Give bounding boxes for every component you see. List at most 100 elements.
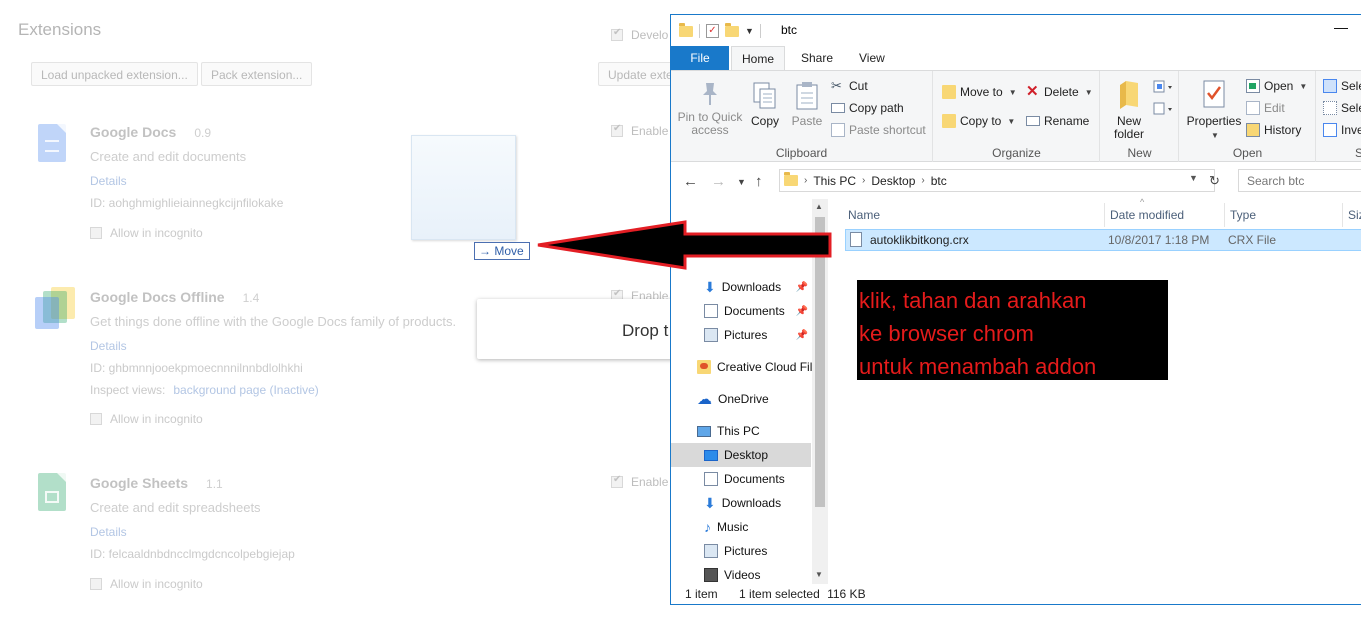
nav-scrollbar-thumb[interactable] [815,217,825,507]
customize-qat-icon[interactable]: ▼ [745,26,754,36]
column-header-type[interactable]: Type [1225,203,1343,227]
incognito-checkbox[interactable] [90,227,102,239]
search-input[interactable]: Search btc [1238,169,1361,192]
allow-incognito-toggle[interactable]: Allow in incognito [90,412,203,426]
new-folder-button[interactable]: New folder [1107,79,1151,141]
back-arrow-icon[interactable]: ← [683,173,698,190]
address-dropdown-icon[interactable]: ▼ [1189,173,1198,183]
new-item-icon[interactable] [1153,79,1173,95]
recent-locations-icon[interactable]: ▼ [737,177,746,187]
edit-button[interactable]: Edit [1246,101,1285,115]
instruction-annotation: klik, tahan dan arahkan ke browser chrom… [857,280,1168,380]
select-all-button[interactable]: Sele [1323,79,1361,93]
enable-toggle[interactable]: Enable [611,474,668,489]
extension-id: ID: aohghmighlieiainnegkcijnfilokake [90,196,284,210]
pin-to-quick-access-button[interactable]: Pin to Quick access [677,81,743,137]
delete-button[interactable]: ✕ Delete ▼ [1026,84,1093,99]
column-header-name[interactable]: Name [843,203,1105,227]
nav-pc-downloads[interactable]: ⬇ Downloads [671,491,811,515]
column-header-size[interactable]: Siz [1343,203,1361,227]
nav-creative-cloud[interactable]: Creative Cloud Fil [671,355,812,379]
scissors-icon: ✂ [831,78,842,93]
enable-checkbox[interactable] [611,474,623,488]
nav-pc-desktop[interactable]: Desktop [671,443,811,467]
pictures-icon [704,328,718,342]
drop-to-install-overlay[interactable]: Drop t [477,299,677,359]
tab-file[interactable]: File [671,46,729,70]
nav-pc-music[interactable]: ♪ Music [671,515,811,539]
nav-this-pc[interactable]: This PC [671,419,811,443]
extension-details-link[interactable]: Details [90,174,127,188]
paste-icon [794,81,820,111]
navigation-pane: ★ Quick access ⬇ Downloads 📌 Documents 📌 Pic… [671,199,829,584]
nav-qa-documents[interactable]: Documents 📌 [671,299,811,323]
developer-mode-checkbox[interactable] [611,27,623,41]
breadcrumb-desktop[interactable]: Desktop [871,174,915,188]
allow-incognito-toggle[interactable]: Allow in incognito [90,577,203,591]
nav-qa-downloads[interactable]: ⬇ Downloads 📌 [671,275,811,299]
extension-details-link[interactable]: Details [90,525,127,539]
nav-pc-documents[interactable]: Documents [671,467,811,491]
nav-scrollbar[interactable]: ▲ ▼ [812,199,828,584]
nav-onedrive[interactable]: ☁ OneDrive [671,387,811,411]
breadcrumb-this-pc[interactable]: This PC [813,174,856,188]
properties-button[interactable]: Properties ▼ [1186,79,1242,142]
paste-shortcut-button[interactable]: Paste shortcut [831,123,926,137]
tab-view[interactable]: View [849,46,895,70]
title-bar: ✓ ▼ btc — [671,15,1361,46]
creative-cloud-folder-icon [697,360,711,374]
file-row[interactable]: autoklikbitkong.crx 10/8/2017 1:18 PM CR… [845,229,1361,251]
address-bar[interactable]: › This PC › Desktop › btc [779,169,1215,192]
pinned-icon: 📌 [795,329,808,341]
allow-incognito-toggle[interactable]: Allow in incognito [90,226,203,240]
easy-access-icon[interactable] [1153,101,1173,117]
nav-pc-videos[interactable]: Videos [671,563,811,584]
copy-button[interactable]: Copy [747,81,783,128]
developer-mode-toggle[interactable]: Develo [611,27,668,42]
move-to-button[interactable]: Move to ▼ [942,85,1017,99]
window-title: btc [781,23,798,37]
forward-arrow-icon[interactable]: → [711,173,726,190]
refresh-icon[interactable]: ↻ [1209,173,1220,189]
enable-checkbox[interactable] [611,123,623,137]
quick-access-toolbar: ✓ ▼ [679,22,761,40]
star-icon: ★ [697,231,709,246]
organize-group-label: Organize [992,146,1041,160]
pack-extension-button[interactable]: Pack extension... [201,62,313,86]
incognito-checkbox[interactable] [90,578,102,590]
drop-overlay-text: Drop t [622,321,669,340]
new-folder-qat-icon[interactable] [725,22,739,37]
copy-to-icon [942,114,956,128]
nav-pc-pictures[interactable]: Pictures [671,539,811,563]
extension-details-link[interactable]: Details [90,339,127,353]
ribbon-tabs: File Home Share View [671,46,1361,70]
copy-to-button[interactable]: Copy to ▼ [942,114,1015,128]
pictures-icon [704,544,718,558]
breadcrumb-btc[interactable]: btc [931,174,947,188]
enable-toggle[interactable]: Enable [611,123,668,138]
copy-path-button[interactable]: Copy path [831,101,904,115]
minimize-icon[interactable]: — [1334,19,1348,35]
status-size: 116 KB [827,587,866,601]
up-arrow-icon[interactable]: ↑ [755,173,763,190]
tab-home[interactable]: Home [731,46,786,70]
extension-name: Google Sheets 1.1 [90,475,223,491]
open-button[interactable]: Open ▼ [1246,79,1307,93]
paste-button[interactable]: Paste [789,81,825,128]
rename-button[interactable]: Rename [1026,114,1089,128]
nav-qa-pictures[interactable]: Pictures 📌 [671,323,811,347]
nav-quick-access[interactable]: ★ Quick access [671,227,811,251]
incognito-checkbox[interactable] [90,413,102,425]
pinned-icon: 📌 [795,305,808,317]
background-page-link[interactable]: background page (Inactive) [173,383,318,397]
google-docs-offline-icon [33,287,75,331]
cut-button[interactable]: ✂ Cut [831,78,868,94]
status-bar: 1 item 1 item selected 116 KB [671,584,1361,604]
history-button[interactable]: History [1246,123,1301,137]
load-unpacked-button[interactable]: Load unpacked extension... [31,62,198,86]
column-header-date-modified[interactable]: Date modified [1105,203,1225,227]
invert-selection-button[interactable]: Inve [1323,123,1361,137]
tab-share[interactable]: Share [791,46,843,70]
properties-qat-icon[interactable]: ✓ [706,24,719,38]
select-none-button[interactable]: Sele [1323,101,1361,115]
